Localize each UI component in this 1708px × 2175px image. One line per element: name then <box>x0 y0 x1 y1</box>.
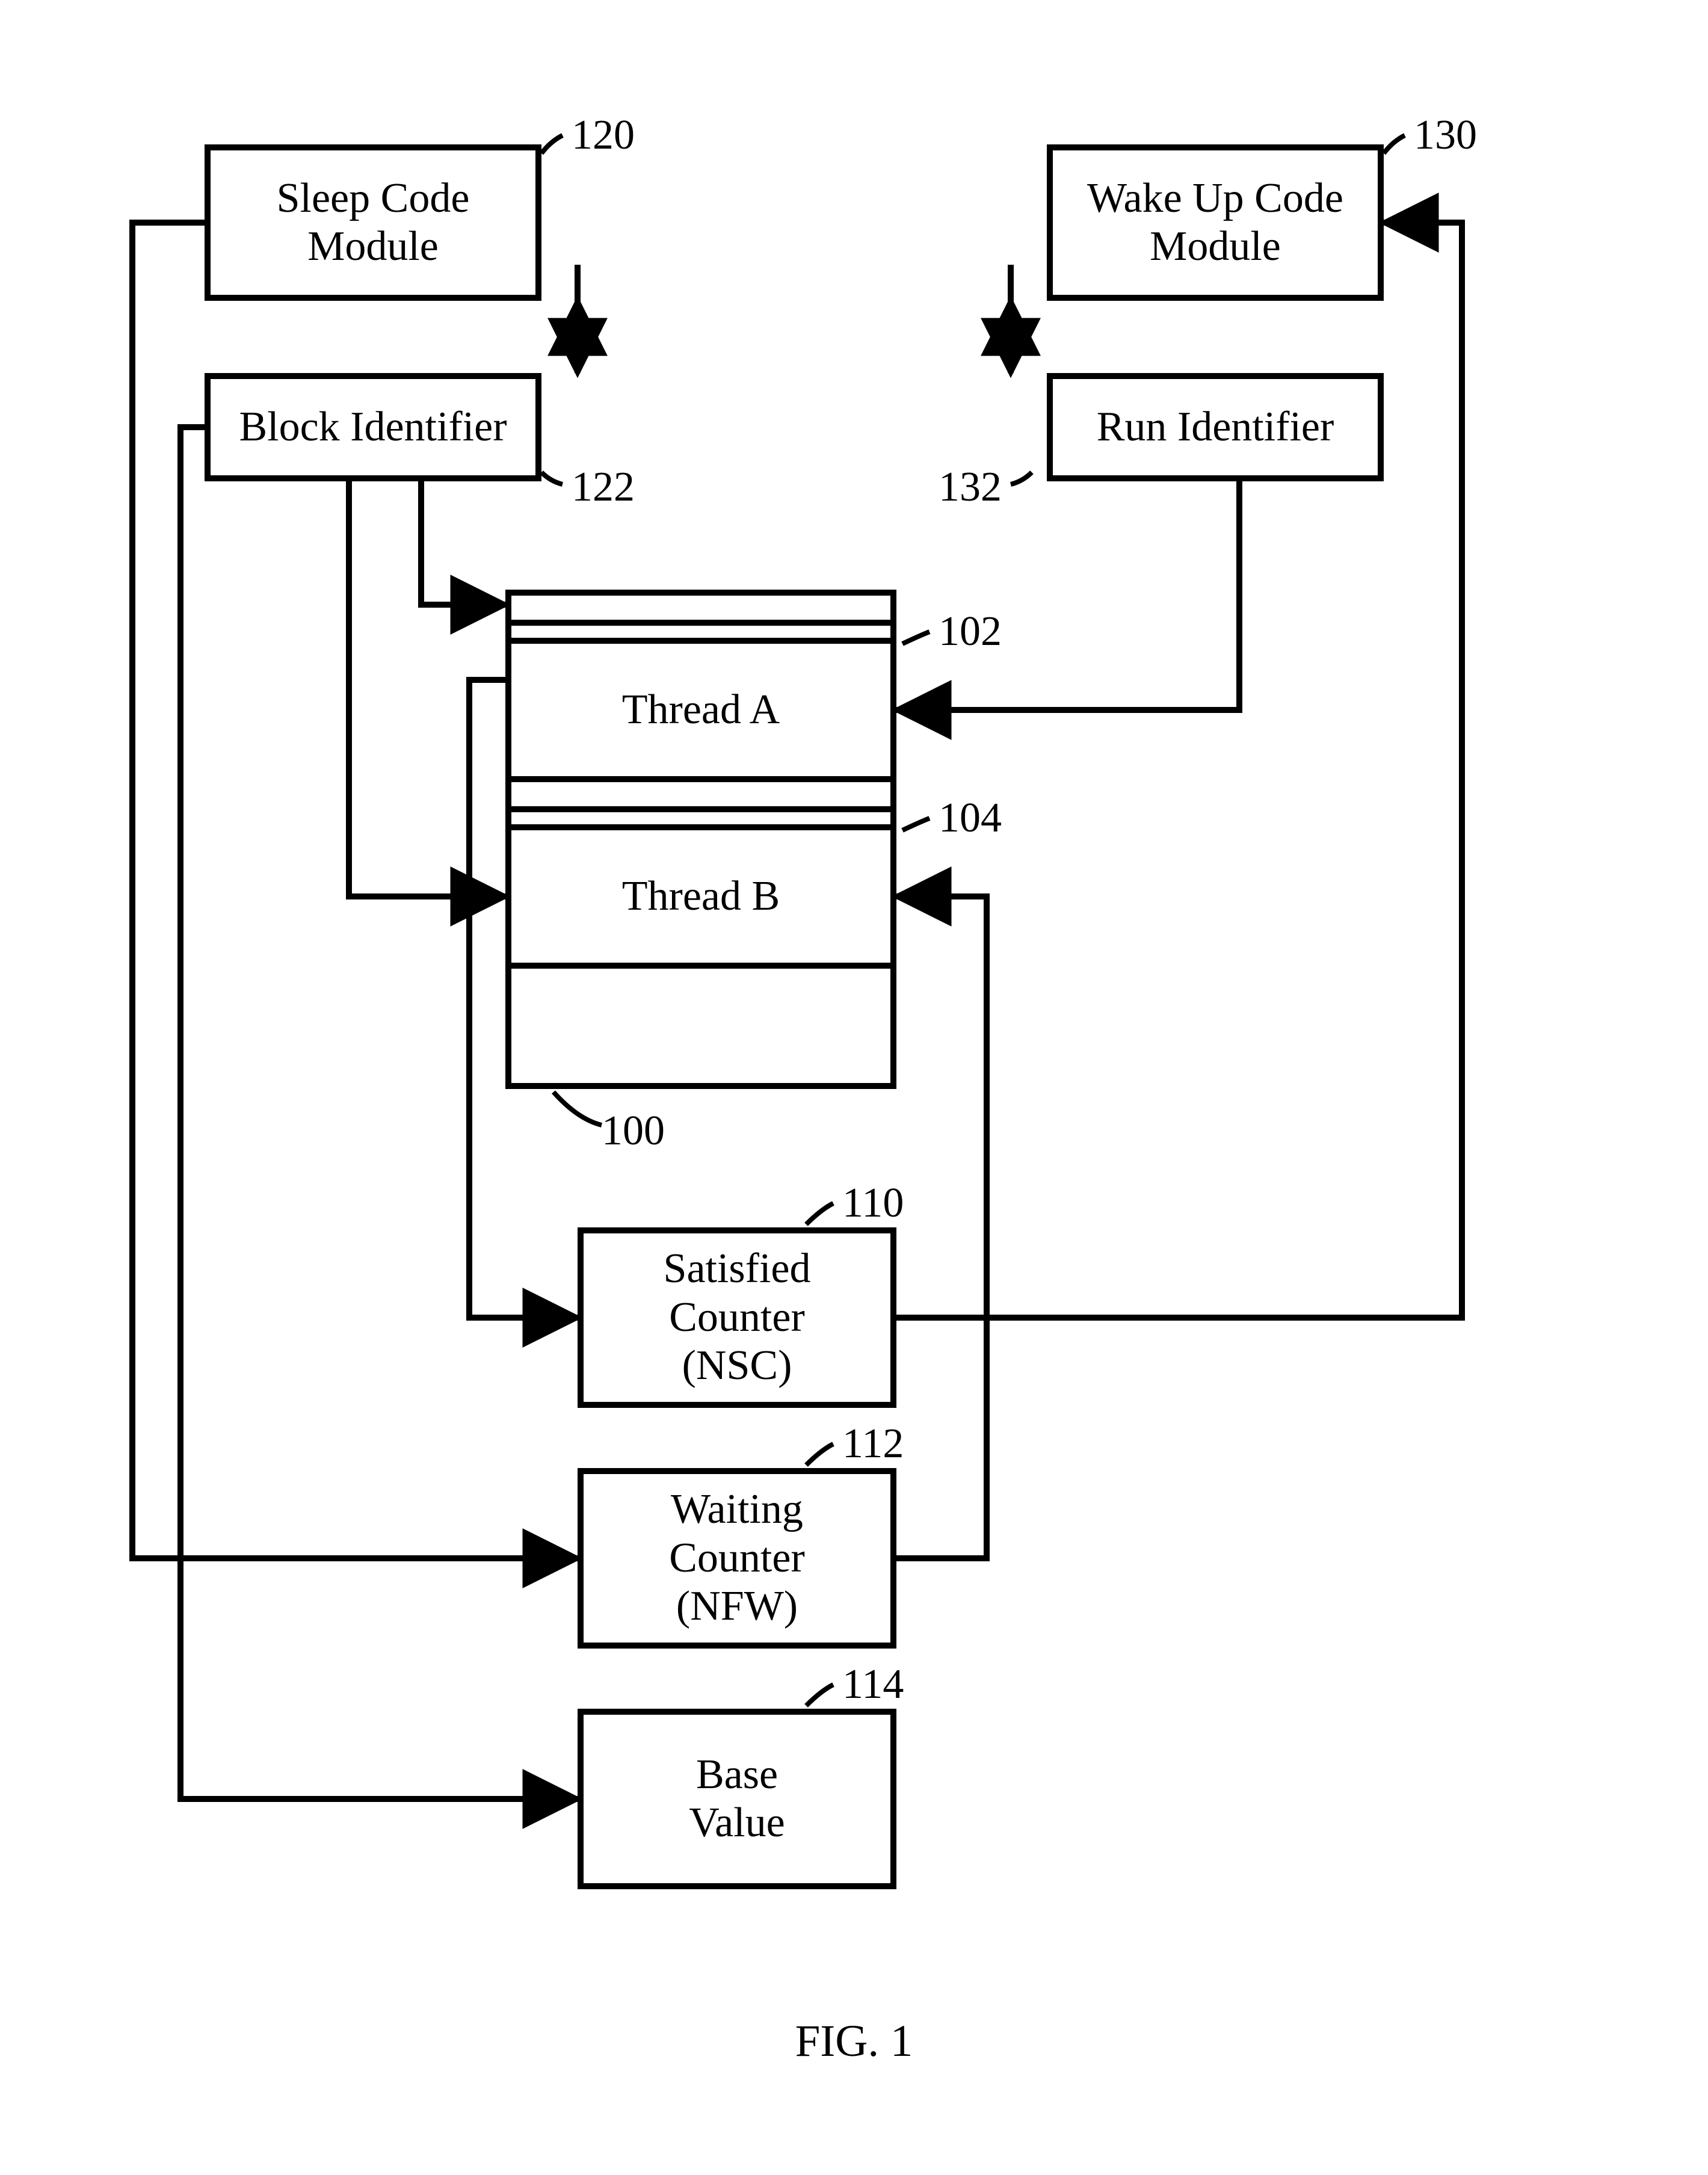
wake-up-code-module-box: Wake Up Code Module <box>1047 144 1384 301</box>
thread-a-label: Thread A <box>622 686 780 735</box>
ref-102: 102 <box>939 608 1002 656</box>
diagram-canvas: Thread A Thread B Sleep Code Module Bloc… <box>0 0 1708 2175</box>
divider <box>505 806 896 812</box>
satisfied-counter-label: Satisfied Counter (NSC) <box>664 1245 811 1390</box>
ref-104: 104 <box>939 794 1002 842</box>
ref-122: 122 <box>572 463 635 511</box>
block-identifier-label: Block Identifier <box>239 403 507 452</box>
run-identifier-label: Run Identifier <box>1097 403 1334 452</box>
sleep-code-module-label: Sleep Code Module <box>277 174 470 271</box>
ref-132: 132 <box>939 463 1002 511</box>
run-identifier-box: Run Identifier <box>1047 373 1384 481</box>
base-value-label: Base Value <box>689 1751 785 1848</box>
base-value-box: Base Value <box>578 1709 896 1889</box>
thread-b-box: Thread B <box>505 824 896 969</box>
waiting-counter-box: Waiting Counter (NFW) <box>578 1468 896 1649</box>
ref-110: 110 <box>842 1179 904 1227</box>
ref-114: 114 <box>842 1661 904 1709</box>
wake-up-code-module-label: Wake Up Code Module <box>1087 174 1343 271</box>
ref-120: 120 <box>572 111 635 159</box>
ref-130: 130 <box>1414 111 1477 159</box>
block-identifier-box: Block Identifier <box>205 373 541 481</box>
waiting-counter-label: Waiting Counter (NFW) <box>669 1485 805 1631</box>
thread-b-label: Thread B <box>622 872 780 921</box>
ref-100: 100 <box>602 1107 665 1155</box>
thread-a-box: Thread A <box>505 638 896 782</box>
sleep-code-module-box: Sleep Code Module <box>205 144 541 301</box>
figure-caption: FIG. 1 <box>0 2016 1708 2067</box>
divider <box>505 620 896 626</box>
satisfied-counter-box: Satisfied Counter (NSC) <box>578 1227 896 1408</box>
ref-112: 112 <box>842 1420 904 1468</box>
